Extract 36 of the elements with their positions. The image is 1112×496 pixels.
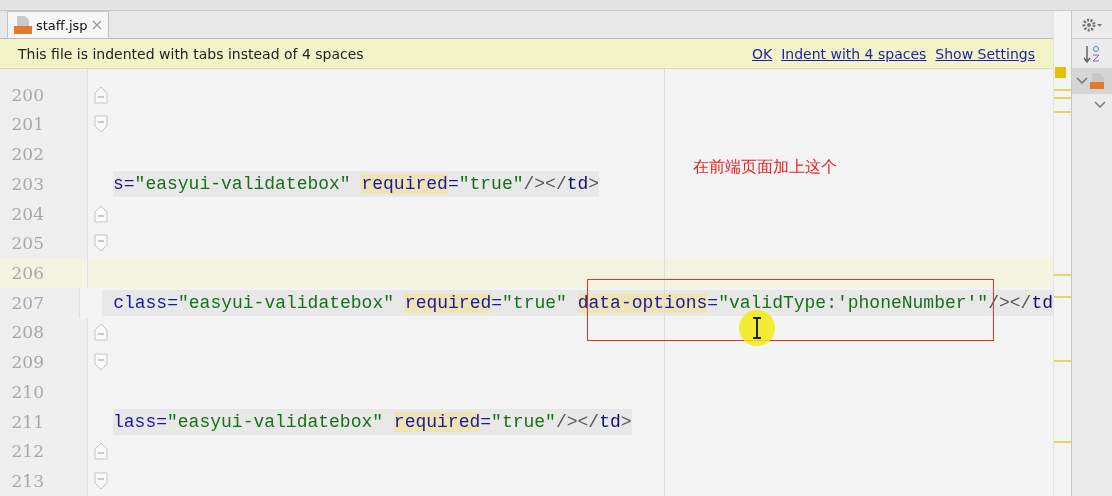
sort-alphabetically-icon[interactable]	[1082, 43, 1102, 64]
file-tab[interactable]: staff.jsp	[7, 11, 109, 38]
banner-message: This file is indented with tabs instead of 4 spaces	[18, 45, 365, 62]
settings-icon[interactable]	[1081, 16, 1103, 33]
line-number: 203	[10, 173, 44, 194]
close-icon[interactable]	[91, 20, 102, 30]
line-number: 210	[10, 381, 44, 402]
banner-link[interactable]: Indent with 4 spaces	[781, 45, 927, 62]
line-number: 212	[10, 441, 44, 462]
line-number: 202	[10, 144, 44, 165]
jsp-file-icon	[1090, 72, 1104, 90]
jsp-file-icon	[14, 15, 32, 35]
line-number: 213	[10, 471, 44, 492]
banner-link[interactable]: Show Settings	[935, 45, 1035, 62]
fold-end-icon[interactable]	[93, 85, 108, 104]
fold-end-icon[interactable]	[93, 323, 108, 342]
fold-end-icon[interactable]	[93, 204, 108, 223]
fold-start-icon[interactable]	[93, 234, 108, 253]
annotation-text: 在前端页面加上这个	[693, 157, 837, 178]
fold-start-icon[interactable]	[93, 353, 108, 372]
banner-link[interactable]: OK	[751, 45, 773, 62]
line-number: 200	[10, 84, 44, 105]
line-number: 204	[10, 203, 44, 224]
fold-end-icon[interactable]	[93, 442, 108, 461]
chevron-down-icon[interactable]	[1094, 101, 1106, 109]
chevron-down-icon[interactable]	[1076, 77, 1088, 85]
fold-start-icon[interactable]	[93, 115, 108, 134]
line-number: 209	[10, 352, 44, 373]
line-number: 207	[10, 292, 44, 313]
line-number: 211	[10, 411, 44, 432]
line-number: 208	[10, 322, 44, 343]
line-number: 206	[10, 263, 44, 283]
fold-start-icon[interactable]	[93, 472, 108, 491]
tab-label: staff.jsp	[36, 17, 88, 33]
line-number: 205	[10, 233, 44, 254]
line-number: 201	[10, 114, 44, 135]
